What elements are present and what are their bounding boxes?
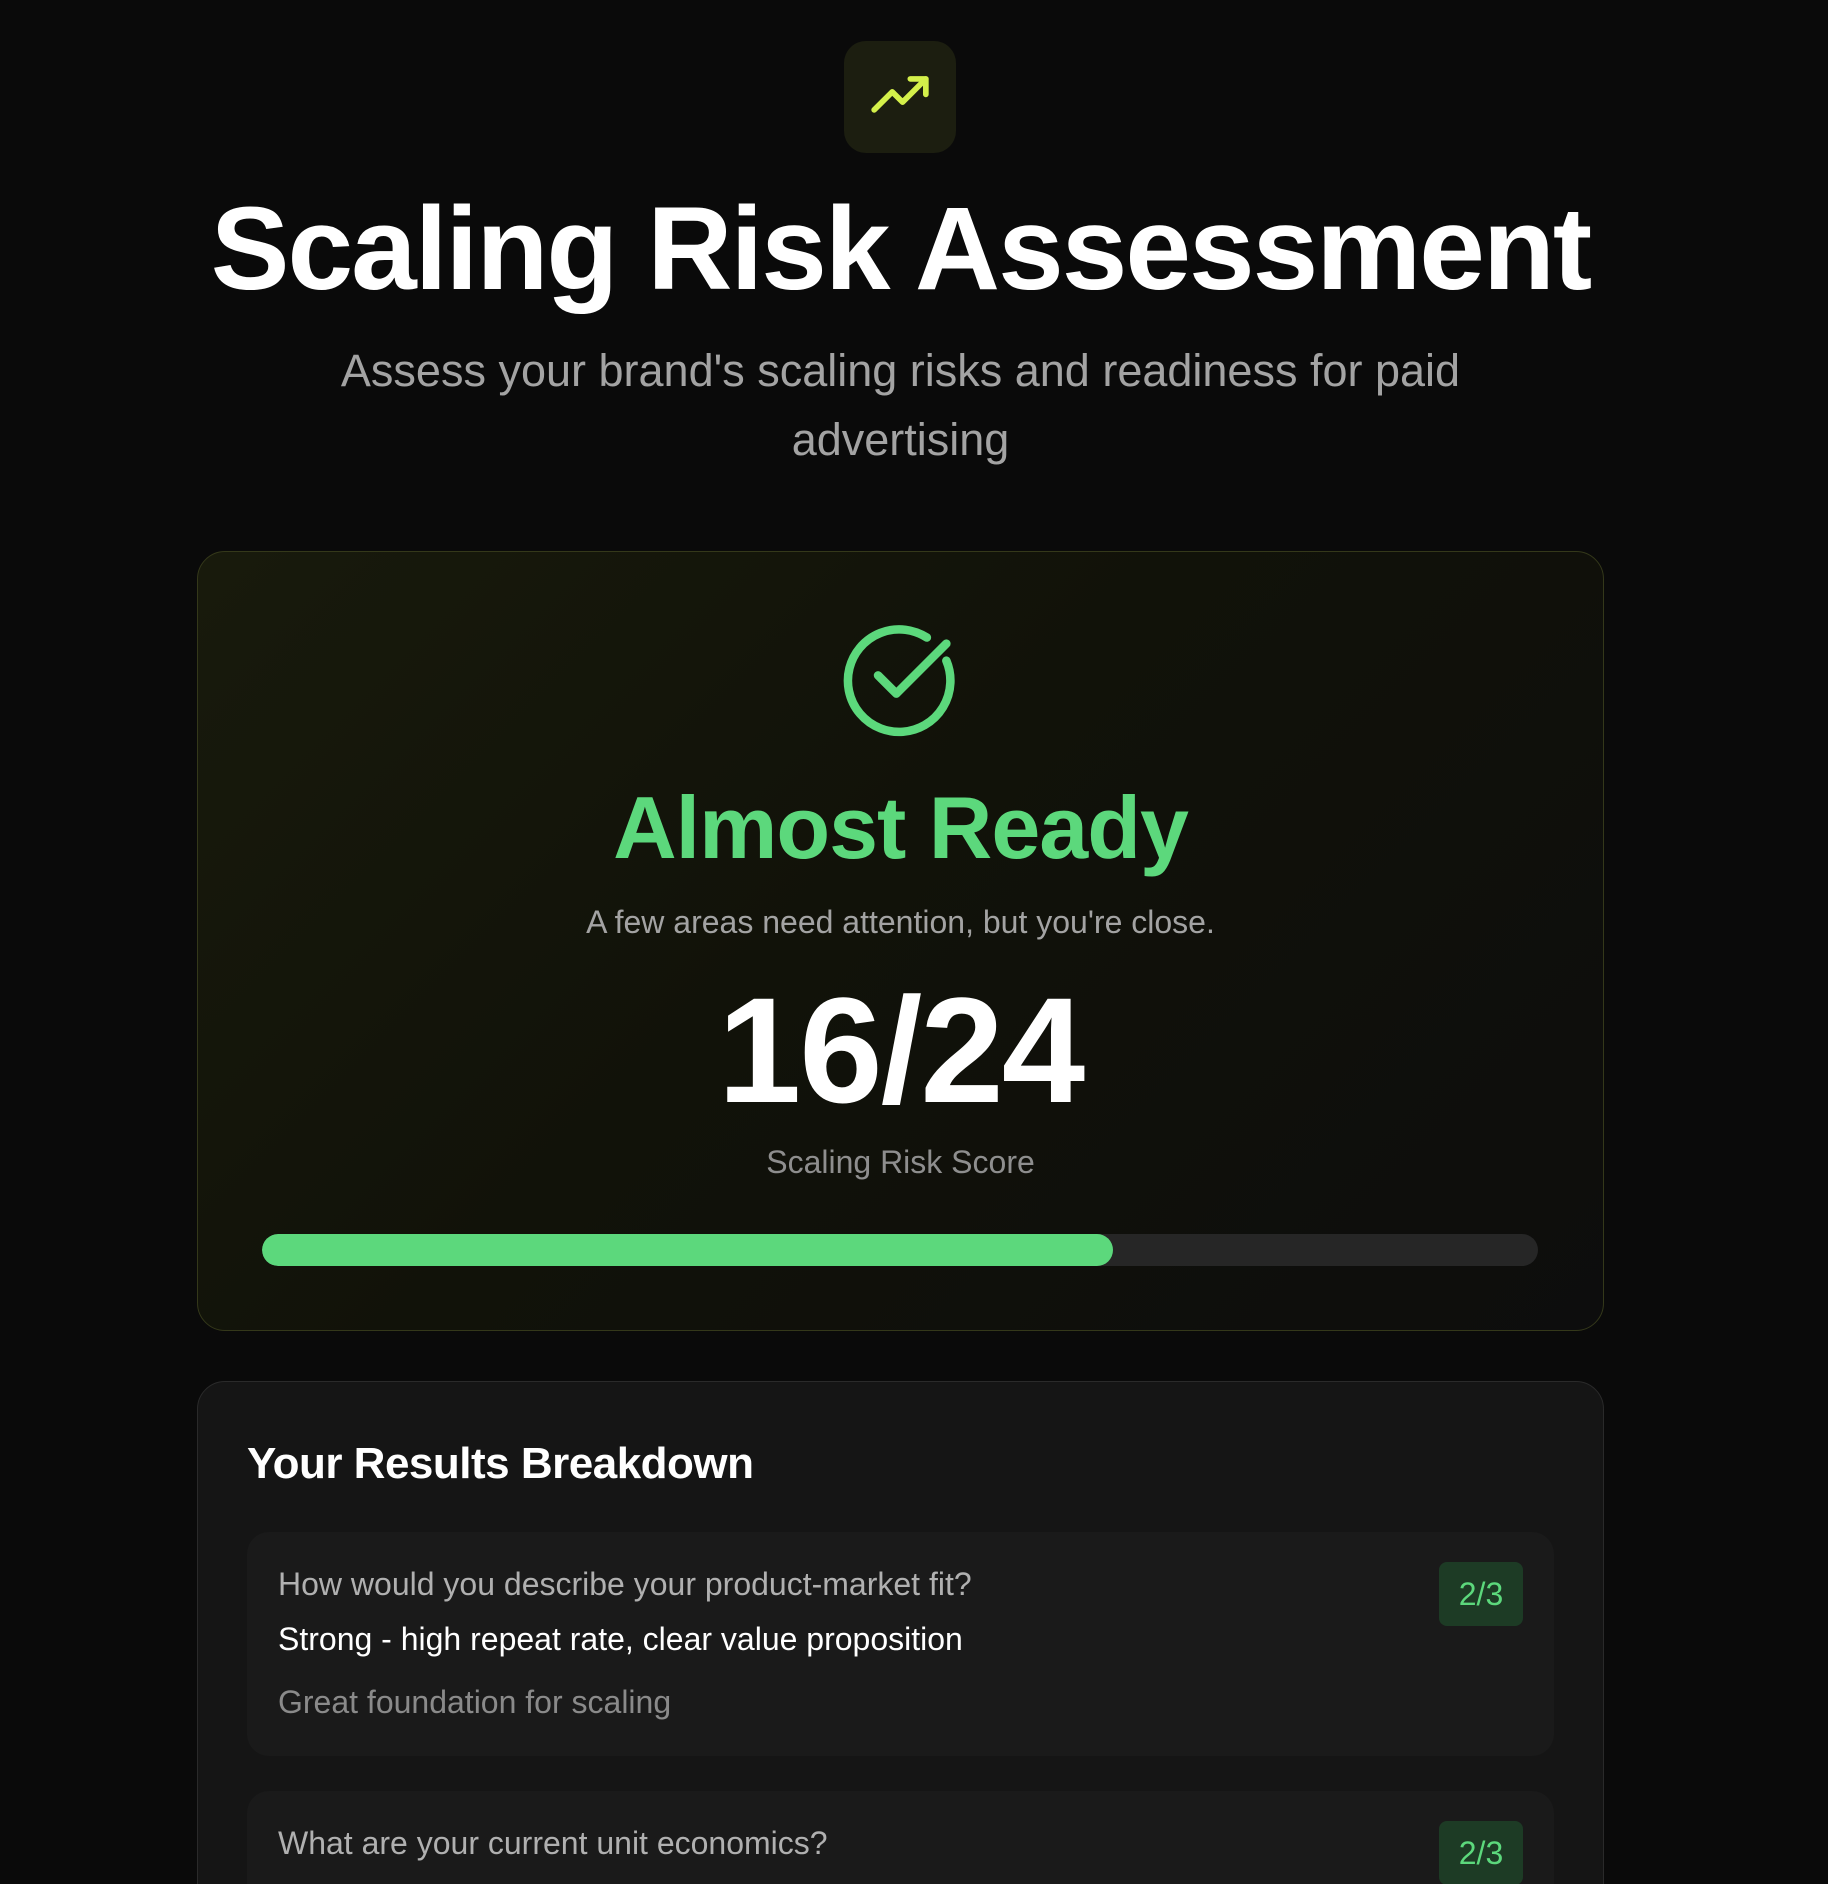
trending-up-icon [871, 76, 929, 113]
check-circle-icon [843, 625, 955, 737]
result-feedback: Great foundation for scaling [278, 1684, 672, 1720]
score-progress-fill [262, 1234, 1114, 1266]
score-progress-bar [262, 1234, 1538, 1266]
result-score-badge: 2/3 [1439, 1821, 1523, 1884]
readiness-description: A few areas need attention, but you're c… [586, 904, 1215, 940]
logo-badge [844, 41, 956, 153]
result-score-badge: 2/3 [1439, 1562, 1523, 1626]
result-item: What are your current unit economics? 2/… [247, 1791, 1554, 1884]
results-breakdown-title: Your Results Breakdown [247, 1439, 754, 1488]
result-question: What are your current unit economics? [278, 1825, 828, 1861]
readiness-status: Almost Ready [613, 778, 1189, 877]
result-answer: Strong - high repeat rate, clear value p… [278, 1621, 963, 1657]
page-title: Scaling Risk Assessment [210, 183, 1592, 315]
score-label: Scaling Risk Score [766, 1144, 1035, 1180]
page-subtitle: Assess your brand's scaling risks and re… [340, 345, 1461, 465]
result-item: How would you describe your product-mark… [247, 1532, 1554, 1756]
score-value: 16/24 [717, 966, 1085, 1134]
result-question: How would you describe your product-mark… [278, 1566, 972, 1602]
assessment-results-page: Scaling Risk Assessment Assess your bran… [0, 0, 1828, 1884]
